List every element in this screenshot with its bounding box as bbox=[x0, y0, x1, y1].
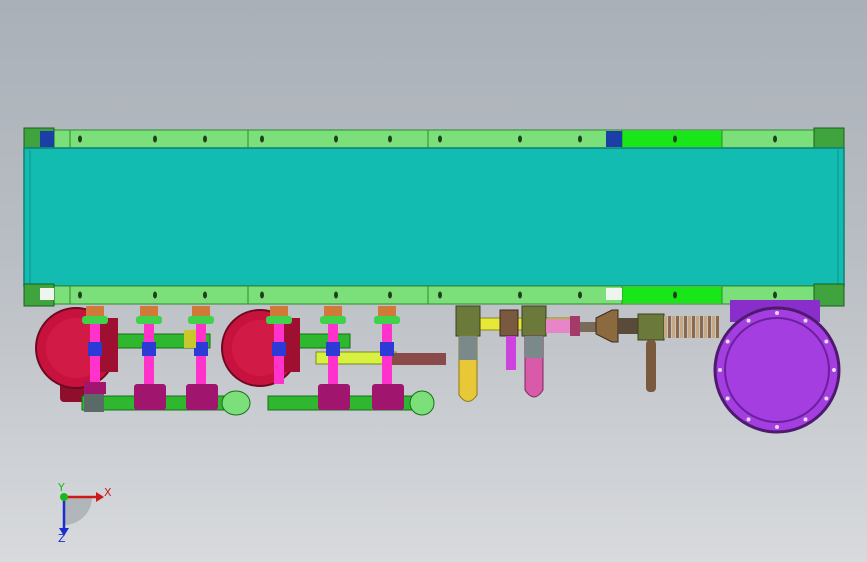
bellows-rib bbox=[712, 316, 715, 338]
top-rail-bright-section bbox=[622, 131, 722, 147]
bolt-hole bbox=[153, 291, 157, 299]
top-left-blue-clip bbox=[40, 131, 54, 147]
bolt-hole bbox=[260, 291, 264, 299]
bolt-hole bbox=[773, 135, 777, 143]
tank-body[interactable] bbox=[23, 147, 845, 287]
bolt-hole bbox=[673, 135, 677, 143]
bolt-hole bbox=[438, 291, 442, 299]
coordinate-triad: X Y Z bbox=[57, 481, 112, 545]
bolt-hole bbox=[203, 135, 207, 143]
top-mid-blue-clip bbox=[606, 131, 622, 147]
bolt-hole bbox=[673, 291, 677, 299]
flange-bolt bbox=[746, 318, 751, 323]
cad-model-scene[interactable]: X Y Z bbox=[0, 0, 867, 562]
x-axis-label: X bbox=[104, 486, 112, 499]
flange-bolt bbox=[725, 339, 730, 344]
bellows-rib bbox=[676, 316, 679, 338]
bolt-hole bbox=[334, 291, 338, 299]
bolt-hole bbox=[773, 291, 777, 299]
bolt-hole bbox=[578, 291, 582, 299]
bellows-rib bbox=[680, 316, 683, 338]
top-right-corner-block bbox=[813, 127, 845, 151]
bellows-rib bbox=[664, 316, 667, 338]
y-axis-dot bbox=[60, 493, 68, 501]
bolt-hole bbox=[153, 135, 157, 143]
flange-bolt bbox=[824, 339, 829, 344]
bolt-hole bbox=[203, 291, 207, 299]
flange-bolt bbox=[803, 417, 808, 422]
bolt-hole bbox=[78, 135, 82, 143]
outlet-pipe bbox=[390, 353, 446, 365]
bolt-hole bbox=[388, 135, 392, 143]
bellows-rib bbox=[700, 316, 703, 338]
bolt-hole bbox=[518, 291, 522, 299]
bottom-left-white-clip bbox=[40, 288, 54, 300]
drain-valve-yellow[interactable] bbox=[455, 305, 481, 337]
bolt-hole bbox=[578, 135, 582, 143]
bellows-rib bbox=[696, 316, 699, 338]
bolt-hole bbox=[260, 135, 264, 143]
bottom-mid-white-clip bbox=[606, 288, 622, 300]
bellows-rib bbox=[688, 316, 691, 338]
bellows-rib bbox=[668, 316, 671, 338]
drain-valve-pink[interactable] bbox=[521, 305, 547, 337]
bellows-rib bbox=[672, 316, 675, 338]
flange-bolt bbox=[832, 368, 836, 372]
bolt-hole bbox=[518, 135, 522, 143]
inlet-hose-assembly[interactable] bbox=[546, 309, 719, 392]
bellows-rib bbox=[684, 316, 687, 338]
filter-housing-body[interactable] bbox=[713, 306, 841, 434]
flange-bolt bbox=[746, 417, 751, 422]
bellows-rib bbox=[708, 316, 711, 338]
bolt-hole bbox=[388, 291, 392, 299]
flange-bolt bbox=[775, 425, 779, 429]
bolt-hole bbox=[334, 135, 338, 143]
bellows-rib bbox=[692, 316, 695, 338]
flexible-bellows-hose bbox=[664, 316, 719, 338]
bellows-rib bbox=[704, 316, 707, 338]
check-valve-brown[interactable] bbox=[499, 309, 519, 337]
bellows-rib bbox=[716, 316, 719, 338]
flange-bolt bbox=[718, 368, 722, 372]
tank-assembly[interactable] bbox=[23, 127, 845, 307]
y-axis-label: Y bbox=[57, 481, 65, 494]
cad-viewport[interactable]: X Y Z bbox=[0, 0, 867, 562]
valve-stack-1c[interactable] bbox=[184, 306, 218, 410]
flange-bolt bbox=[824, 396, 829, 401]
bottom-rail-bright-section bbox=[622, 287, 722, 303]
pump-module-left[interactable] bbox=[35, 306, 251, 416]
pump-module-right[interactable] bbox=[221, 306, 446, 416]
bolt-hole bbox=[438, 135, 442, 143]
reducer-cone bbox=[595, 309, 619, 343]
filter-housing[interactable] bbox=[713, 300, 841, 434]
bolt-hole bbox=[78, 291, 82, 299]
valve-stack-1b[interactable] bbox=[134, 306, 166, 410]
flange-bolt bbox=[775, 311, 779, 315]
flange-bolt bbox=[725, 396, 730, 401]
z-axis-label: Z bbox=[58, 532, 66, 545]
flange-bolt bbox=[803, 318, 808, 323]
